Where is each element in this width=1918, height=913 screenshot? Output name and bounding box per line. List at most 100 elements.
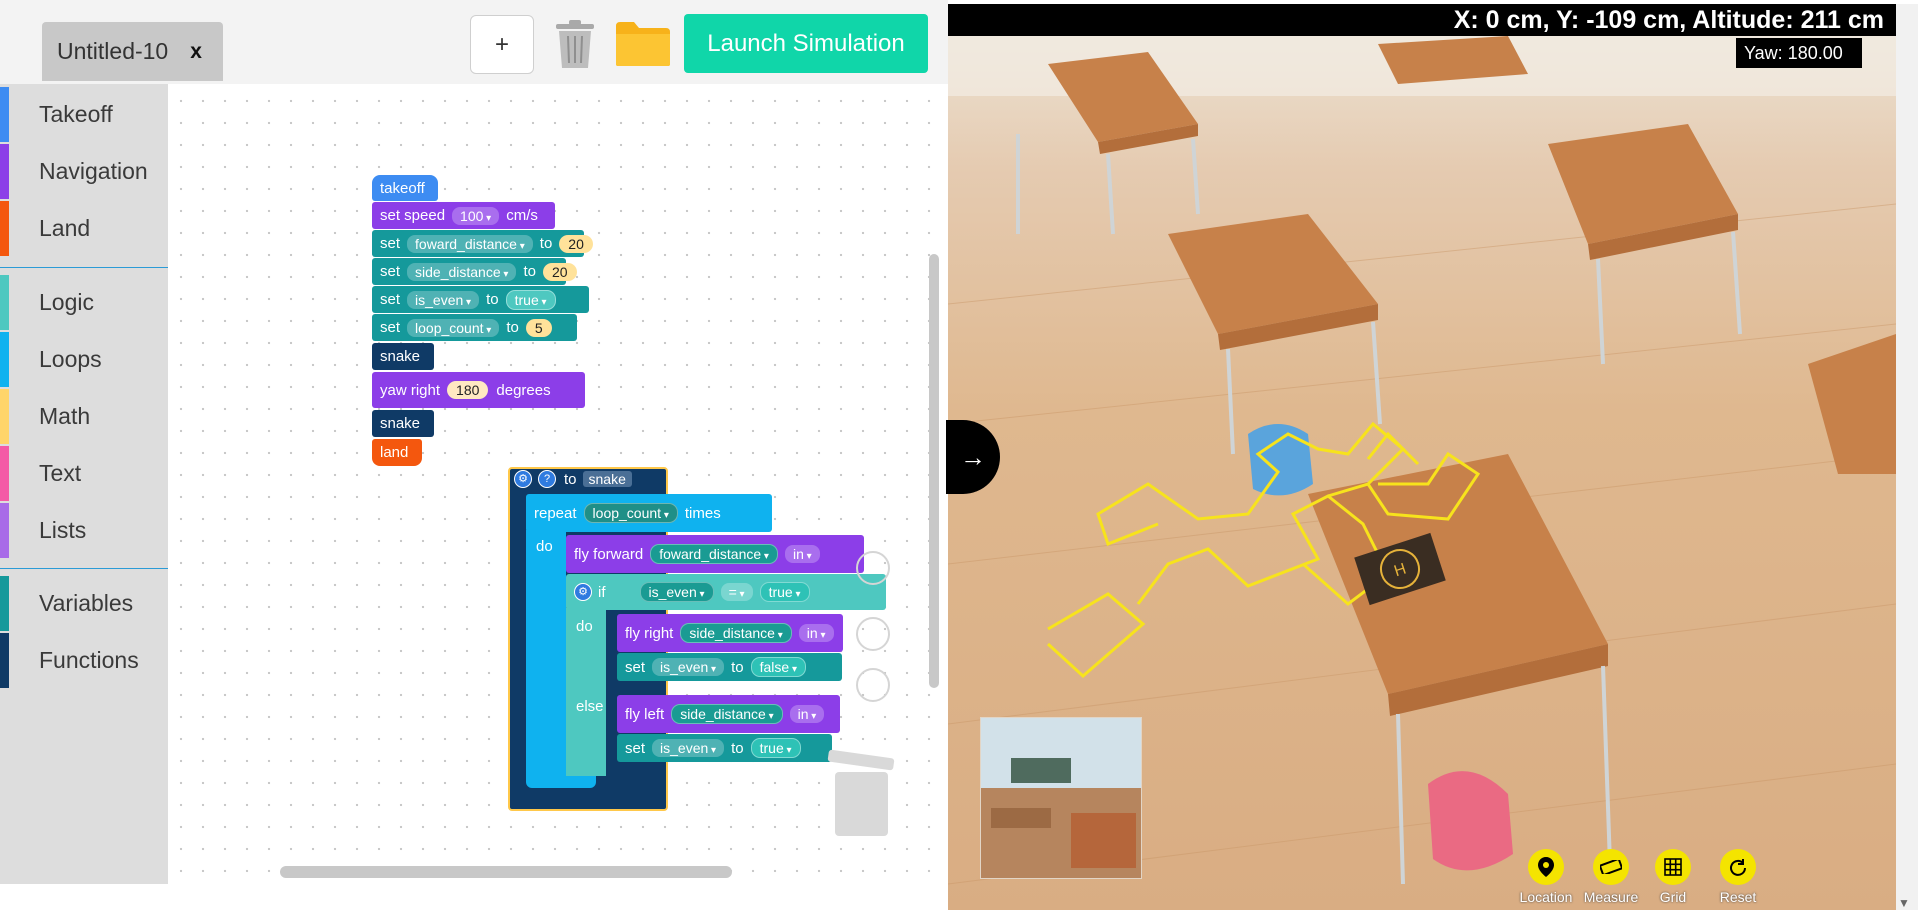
set-forward-distance-block[interactable]: set foward_distance to 20: [372, 230, 593, 257]
land-block[interactable]: land: [372, 439, 422, 466]
function-name-field[interactable]: snake: [582, 471, 632, 487]
category-label: Lists: [39, 517, 87, 543]
speed-dropdown[interactable]: 100: [452, 206, 500, 225]
category-color-bar: [0, 332, 9, 387]
category-divider: [0, 568, 168, 569]
workspace-trash-icon[interactable]: [835, 772, 888, 836]
category-loops[interactable]: Loops: [0, 332, 168, 387]
ruler-icon: [1593, 849, 1629, 885]
category-lists[interactable]: Lists: [0, 503, 168, 558]
zoom-out-icon[interactable]: [856, 668, 890, 702]
side-distance-dropdown[interactable]: side_distance: [680, 623, 792, 643]
boolean-dropdown[interactable]: true: [750, 738, 801, 758]
condition-value-dropdown[interactable]: true: [759, 582, 810, 602]
category-color-bar: [0, 576, 9, 631]
takeoff-block-label: takeoff: [380, 179, 425, 197]
category-math[interactable]: Math: [0, 389, 168, 444]
add-file-button[interactable]: +: [470, 15, 534, 74]
settings-gear-icon[interactable]: ⚙: [514, 470, 532, 488]
variable-dropdown[interactable]: is_even: [407, 290, 480, 309]
do-label: do: [536, 538, 553, 555]
category-variables[interactable]: Variables: [0, 576, 168, 631]
category-label: Takeoff: [39, 101, 113, 127]
location-pin-icon: [1528, 849, 1564, 885]
set-is-even-true-block[interactable]: set is_even to true: [617, 734, 832, 762]
boolean-dropdown[interactable]: true: [505, 289, 556, 310]
help-icon[interactable]: ?: [538, 470, 556, 488]
unit-dropdown[interactable]: in: [798, 624, 834, 642]
fly-left-block[interactable]: fly left side_distance in: [617, 695, 840, 733]
folder-icon[interactable]: [614, 20, 672, 68]
simulation-viewport[interactable]: H Location Measure Grid Reset: [948, 4, 1896, 910]
page-scrollbar-track[interactable]: [1896, 4, 1918, 910]
variable-dropdown[interactable]: is_even: [652, 658, 725, 676]
scroll-down-arrow-icon[interactable]: ▼: [1898, 896, 1910, 910]
repeat-block[interactable]: repeat loop_count times: [526, 494, 772, 532]
set-side-distance-block[interactable]: set side_distance to 20: [372, 258, 577, 285]
number-input[interactable]: 20: [542, 262, 577, 281]
file-tab[interactable]: Untitled-10 x: [42, 22, 223, 81]
set-is-even-false-block[interactable]: set is_even to false: [617, 653, 842, 681]
takeoff-block[interactable]: takeoff: [372, 175, 438, 201]
if-block[interactable]: ⚙ if is_even = true: [566, 574, 886, 610]
category-logic[interactable]: Logic: [0, 275, 168, 330]
to-label: to: [731, 739, 744, 757]
category-land[interactable]: Land: [0, 201, 168, 256]
category-color-bar: [0, 389, 9, 444]
variable-dropdown[interactable]: side_distance: [407, 262, 517, 281]
repeat-count-dropdown[interactable]: loop_count: [583, 503, 678, 523]
if-settings-gear-icon[interactable]: ⚙: [574, 583, 592, 601]
zoom-reset-icon[interactable]: [856, 551, 890, 585]
to-label: to: [486, 291, 499, 308]
side-distance-dropdown[interactable]: side_distance: [671, 704, 783, 724]
unit-dropdown[interactable]: in: [789, 705, 825, 723]
variable-dropdown[interactable]: loop_count: [407, 318, 500, 337]
zoom-in-icon[interactable]: [856, 617, 890, 651]
fly-forward-block[interactable]: fly forward foward_distance in: [566, 535, 864, 573]
category-label: Logic: [39, 289, 94, 315]
forward-distance-dropdown[interactable]: foward_distance: [650, 544, 778, 564]
set-label: set: [380, 263, 401, 280]
category-color-bar: [0, 144, 9, 199]
set-label: set: [625, 658, 646, 676]
variable-dropdown[interactable]: foward_distance: [407, 234, 533, 253]
yaw-label: yaw right: [380, 381, 441, 399]
unit-dropdown[interactable]: in: [784, 545, 820, 563]
yaw-readout: Yaw: 180.00: [1736, 38, 1862, 68]
if-label: if: [598, 583, 606, 601]
to-label: to: [523, 263, 536, 280]
variable-dropdown[interactable]: is_even: [652, 739, 725, 757]
reset-tool[interactable]: Reset: [1698, 849, 1778, 905]
do-label: do: [576, 618, 593, 635]
close-tab-button[interactable]: x: [190, 40, 202, 64]
operator-dropdown[interactable]: =: [720, 583, 753, 601]
launch-simulation-button[interactable]: Launch Simulation: [684, 14, 928, 73]
file-tab-name: Untitled-10: [57, 38, 169, 64]
set-label: set: [380, 235, 401, 252]
category-navigation[interactable]: Navigation: [0, 144, 168, 199]
category-takeoff[interactable]: Takeoff: [0, 87, 168, 142]
camera-minimap[interactable]: [980, 717, 1142, 879]
set-speed-block[interactable]: set speed 100 cm/s: [372, 202, 555, 229]
workspace-vertical-scrollbar[interactable]: [929, 254, 939, 688]
call-snake-block[interactable]: snake: [372, 410, 434, 437]
category-label: Land: [39, 215, 91, 241]
condition-variable-dropdown[interactable]: is_even: [639, 582, 714, 602]
call-snake-block[interactable]: snake: [372, 343, 434, 370]
category-functions[interactable]: Functions: [0, 633, 168, 688]
number-input[interactable]: 5: [525, 318, 552, 337]
set-loop-count-block[interactable]: set loop_count to 5: [372, 314, 577, 341]
set-is-even-block[interactable]: set is_even to true: [372, 286, 589, 313]
boolean-dropdown[interactable]: false: [750, 657, 806, 677]
category-label: Variables: [39, 590, 134, 616]
trash-icon[interactable]: [550, 18, 600, 70]
number-input[interactable]: 20: [559, 234, 593, 253]
workspace-horizontal-scrollbar[interactable]: [280, 866, 732, 878]
fly-right-block[interactable]: fly right side_distance in: [617, 614, 843, 652]
category-text[interactable]: Text: [0, 446, 168, 501]
tool-label: Reset: [1719, 889, 1757, 905]
category-color-bar: [0, 633, 9, 688]
yaw-degrees-input[interactable]: 180: [447, 381, 489, 399]
app-root: Untitled-10 x + Launch Simulation Takeof…: [0, 0, 1918, 913]
yaw-right-block[interactable]: yaw right 180 degrees: [372, 372, 585, 408]
